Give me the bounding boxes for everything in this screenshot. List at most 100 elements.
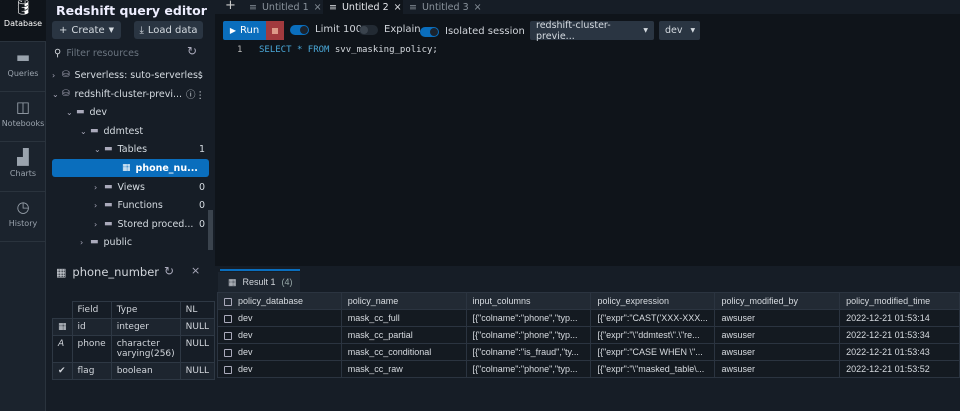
file-icon: ≡ bbox=[329, 1, 337, 13]
database-icon: 🛢 bbox=[13, 0, 33, 16]
search-icon: ⚲ bbox=[54, 47, 62, 59]
editor-area: + ≡ Untitled 1 × ≡ Untitled 2 × ≡ Untitled 3 ×… bbox=[215, 0, 960, 411]
row-checkbox[interactable] bbox=[224, 331, 232, 340]
tab-untitled-3[interactable]: ≡ Untitled 3 × bbox=[403, 0, 483, 14]
table-icon: ▦ bbox=[228, 276, 237, 287]
folder-open-icon: ▬ bbox=[90, 237, 99, 247]
row-checkbox[interactable] bbox=[224, 314, 232, 323]
stop-icon bbox=[272, 27, 278, 34]
isolated-session-toggle[interactable] bbox=[420, 26, 439, 37]
column-header[interactable]: policy_database bbox=[217, 292, 342, 310]
tab-untitled-2[interactable]: ≡ Untitled 2 × bbox=[323, 0, 403, 14]
tree-cluster[interactable]: ⌄ ⛁ redshift-cluster-previ... ⓘ⋮ bbox=[52, 85, 209, 103]
tree-views[interactable]: › ▬ Views 0 bbox=[52, 178, 209, 196]
table-cell: awsuser bbox=[714, 326, 841, 344]
explain-toggle[interactable] bbox=[359, 24, 378, 35]
tree-serverless[interactable]: › ⛁ Serverless: suto-serverless ⋮ bbox=[52, 66, 209, 84]
row-checkbox[interactable] bbox=[224, 365, 232, 374]
rail-notebooks[interactable]: ◫ Notebooks bbox=[0, 92, 46, 142]
folder-icon: ▬ bbox=[104, 219, 113, 229]
table-row[interactable]: dev mask_cc_conditional [{"colname":"is_fr… bbox=[217, 343, 960, 361]
close-icon[interactable]: × bbox=[474, 2, 482, 13]
rail-database[interactable]: 🛢 Database bbox=[0, 0, 46, 42]
tree-ddmtest[interactable]: ⌄ ▬ ddmtest bbox=[52, 122, 209, 140]
new-tab-plus-icon[interactable]: + bbox=[225, 0, 236, 13]
folder-open-icon: ▬ bbox=[90, 126, 99, 136]
results-table: policy_database policy_name input_columns p… bbox=[217, 292, 960, 378]
table-row[interactable]: dev mask_cc_raw [{"colname":"phone","typ..… bbox=[217, 360, 960, 378]
file-icon: ≡ bbox=[409, 1, 417, 13]
filter-resources-input[interactable]: ⚲ Filter resources bbox=[54, 45, 184, 61]
table-cell: mask_cc_full bbox=[340, 309, 467, 327]
table-row[interactable]: dev mask_cc_partial [{"colname":"phone","t… bbox=[217, 326, 960, 344]
table-row[interactable]: dev mask_cc_full [{"colname":"phone","typ.… bbox=[217, 309, 960, 327]
cluster-select[interactable]: redshift-cluster-previe... ▼ bbox=[530, 20, 654, 42]
table-cell: dev bbox=[217, 326, 342, 344]
close-icon[interactable]: × bbox=[314, 2, 322, 13]
folder-icon: ▬ bbox=[15, 48, 31, 66]
table-detail-panel: ▦ phone_number ↻ × Field Type NL ▦ id integer… bbox=[46, 256, 216, 411]
tree-stored-procedures[interactable]: › ▬ Stored proced... 0 bbox=[52, 215, 209, 233]
row-checkbox[interactable] bbox=[224, 348, 232, 357]
table-cell: [{"colname":"is_fraud","ty... bbox=[465, 343, 592, 361]
chart-icon: ▟ bbox=[17, 148, 29, 166]
create-button[interactable]: + Create ▼ bbox=[52, 21, 121, 39]
table-cell: [{"expr":"CASE WHEN \"... bbox=[590, 343, 716, 361]
rail-charts[interactable]: ▟ Charts bbox=[0, 142, 46, 192]
tree-tables[interactable]: ⌄ ▬ Tables 1 bbox=[52, 140, 209, 158]
run-button[interactable]: ▶ Run bbox=[223, 21, 266, 40]
file-icon: ≡ bbox=[249, 1, 257, 13]
boolean-icon: ✔ bbox=[52, 362, 73, 380]
refresh-icon[interactable]: ↻ bbox=[187, 44, 197, 58]
folder-icon: ▬ bbox=[76, 107, 85, 117]
close-icon[interactable]: × bbox=[394, 2, 402, 13]
stop-button[interactable] bbox=[266, 21, 284, 40]
table-cell: dev bbox=[217, 343, 342, 361]
table-cell: mask_cc_conditional bbox=[340, 343, 467, 361]
tree-dev[interactable]: ⌄ ▬ dev bbox=[52, 103, 209, 121]
more-icon[interactable]: ⋮ bbox=[196, 70, 206, 81]
table-cell: 2022-12-21 01:53:14 bbox=[839, 309, 960, 327]
rail-history[interactable]: ◷ History bbox=[0, 192, 46, 242]
tab-untitled-1[interactable]: ≡ Untitled 1 × bbox=[243, 0, 323, 14]
table-cell: 2022-12-21 01:53:52 bbox=[839, 360, 960, 378]
folder-icon: ▬ bbox=[104, 144, 113, 154]
table-cell: dev bbox=[217, 360, 342, 378]
refresh-icon[interactable]: ↻ bbox=[164, 264, 174, 278]
sidebar-scrollbar[interactable] bbox=[208, 210, 213, 250]
line-number: 1 bbox=[237, 45, 243, 55]
column-header[interactable]: policy_modified_by bbox=[714, 292, 841, 310]
table-icon: ▦ bbox=[56, 265, 67, 279]
table-cell: 2022-12-21 01:53:34 bbox=[839, 326, 960, 344]
plus-icon: + bbox=[58, 24, 68, 36]
clock-icon: ◷ bbox=[16, 198, 30, 216]
select-all-checkbox[interactable] bbox=[224, 297, 232, 306]
column-header[interactable]: policy_expression bbox=[590, 292, 716, 310]
table-cell: [{"colname":"phone","typ... bbox=[465, 309, 592, 327]
rail-queries[interactable]: ▬ Queries bbox=[0, 42, 46, 92]
tree-table-phone-number[interactable]: ▦ phone_nu... bbox=[52, 159, 209, 177]
tree-functions[interactable]: › ▬ Functions 0 bbox=[52, 196, 209, 214]
result-tab[interactable]: ▦ Result 1 (4) bbox=[218, 272, 300, 292]
table-cell: awsuser bbox=[714, 343, 841, 361]
load-data-button[interactable]: ⤓ Load data bbox=[134, 21, 203, 39]
column-header[interactable]: policy_name bbox=[340, 292, 467, 310]
table-icon: ▦ bbox=[122, 163, 131, 173]
info-more-icon[interactable]: ⓘ⋮ bbox=[186, 87, 205, 101]
limit-toggle[interactable] bbox=[290, 24, 309, 35]
table-cell: [{"colname":"phone","typ... bbox=[465, 326, 592, 344]
column-header[interactable]: policy_modified_time bbox=[839, 292, 960, 310]
database-select[interactable]: dev ▼ bbox=[659, 21, 700, 40]
sql-editor[interactable]: 1 SELECT * FROM svv_masking_policy; bbox=[215, 44, 960, 264]
nav-rail: 🛢 Database ▬ Queries ◫ Notebooks ▟ Charts ◷ H… bbox=[0, 0, 46, 411]
column-header[interactable]: input_columns bbox=[465, 292, 592, 310]
book-icon: ◫ bbox=[15, 98, 31, 116]
tree-public[interactable]: › ▬ public bbox=[52, 233, 209, 251]
table-cell: dev bbox=[217, 309, 342, 327]
close-icon[interactable]: × bbox=[191, 264, 200, 277]
detail-title: phone_number bbox=[72, 265, 160, 279]
table-cell: [{"colname":"phone","typ... bbox=[465, 360, 592, 378]
table-cell: [{"expr":"CAST('XXX-XXX... bbox=[590, 309, 716, 327]
cluster-icon: ⛁ bbox=[62, 89, 70, 99]
table-cell: awsuser bbox=[714, 309, 841, 327]
